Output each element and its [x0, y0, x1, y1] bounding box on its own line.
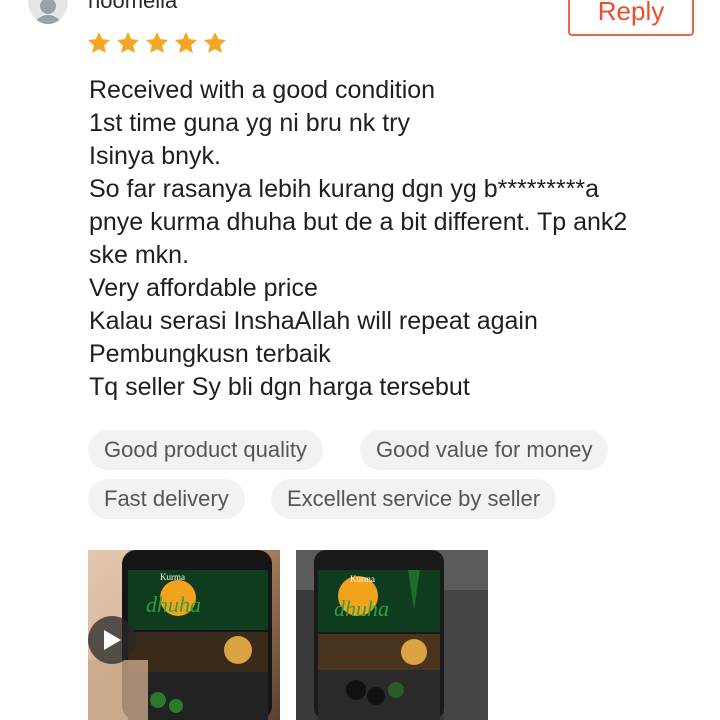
star-rating	[86, 30, 228, 56]
jar-label-brand: dhuha	[334, 596, 389, 621]
reviewer-name: noomelia	[88, 0, 178, 13]
review-line: ske mkn.	[89, 241, 190, 269]
jar-label-small: Kurma	[160, 572, 185, 582]
jar-label-small: Kurma	[350, 574, 375, 584]
star-icon	[203, 31, 227, 53]
tag-excellent-service: Excellent service by seller	[271, 479, 557, 519]
avatar[interactable]	[28, 0, 68, 24]
avatar-body-shape	[32, 15, 64, 24]
tag-good-product-quality: Good product quality	[88, 430, 324, 470]
review-line: Tq seller Sy bli dgn harga tersebut	[89, 373, 470, 401]
star-icon	[87, 31, 111, 53]
jar-image: Kurma dhuha	[296, 550, 488, 720]
review-line: pnye kurma dhuha but de a bit different.…	[89, 208, 628, 236]
review-line: Isinya bnyk.	[89, 142, 222, 170]
review-photo-thumbnail[interactable]: Kurma dhuha	[296, 550, 488, 720]
reply-button[interactable]: Reply	[568, 0, 694, 36]
star-icon	[174, 31, 198, 53]
star-icon	[116, 31, 140, 53]
review-line: Kalau serasi InshaAllah will repeat agai…	[89, 307, 538, 335]
star-icon	[145, 31, 169, 53]
avatar-head-shape	[40, 0, 56, 14]
review-line: Received with a good condition	[89, 76, 436, 104]
review-line: Very affordable price	[89, 274, 318, 302]
tag-fast-delivery: Fast delivery	[88, 479, 245, 519]
review-line: Pembungkusn terbaik	[89, 340, 331, 368]
jar-label-brand: dhuha	[146, 592, 201, 617]
tag-good-value-for-money: Good value for money	[360, 430, 609, 470]
review-text: Received with a good condition 1st time …	[89, 74, 709, 404]
play-icon[interactable]	[88, 616, 136, 664]
review-line: So far rasanya lebih kurang dgn yg b****…	[89, 175, 600, 203]
review-line: 1st time guna yg ni bru nk try	[89, 109, 410, 137]
